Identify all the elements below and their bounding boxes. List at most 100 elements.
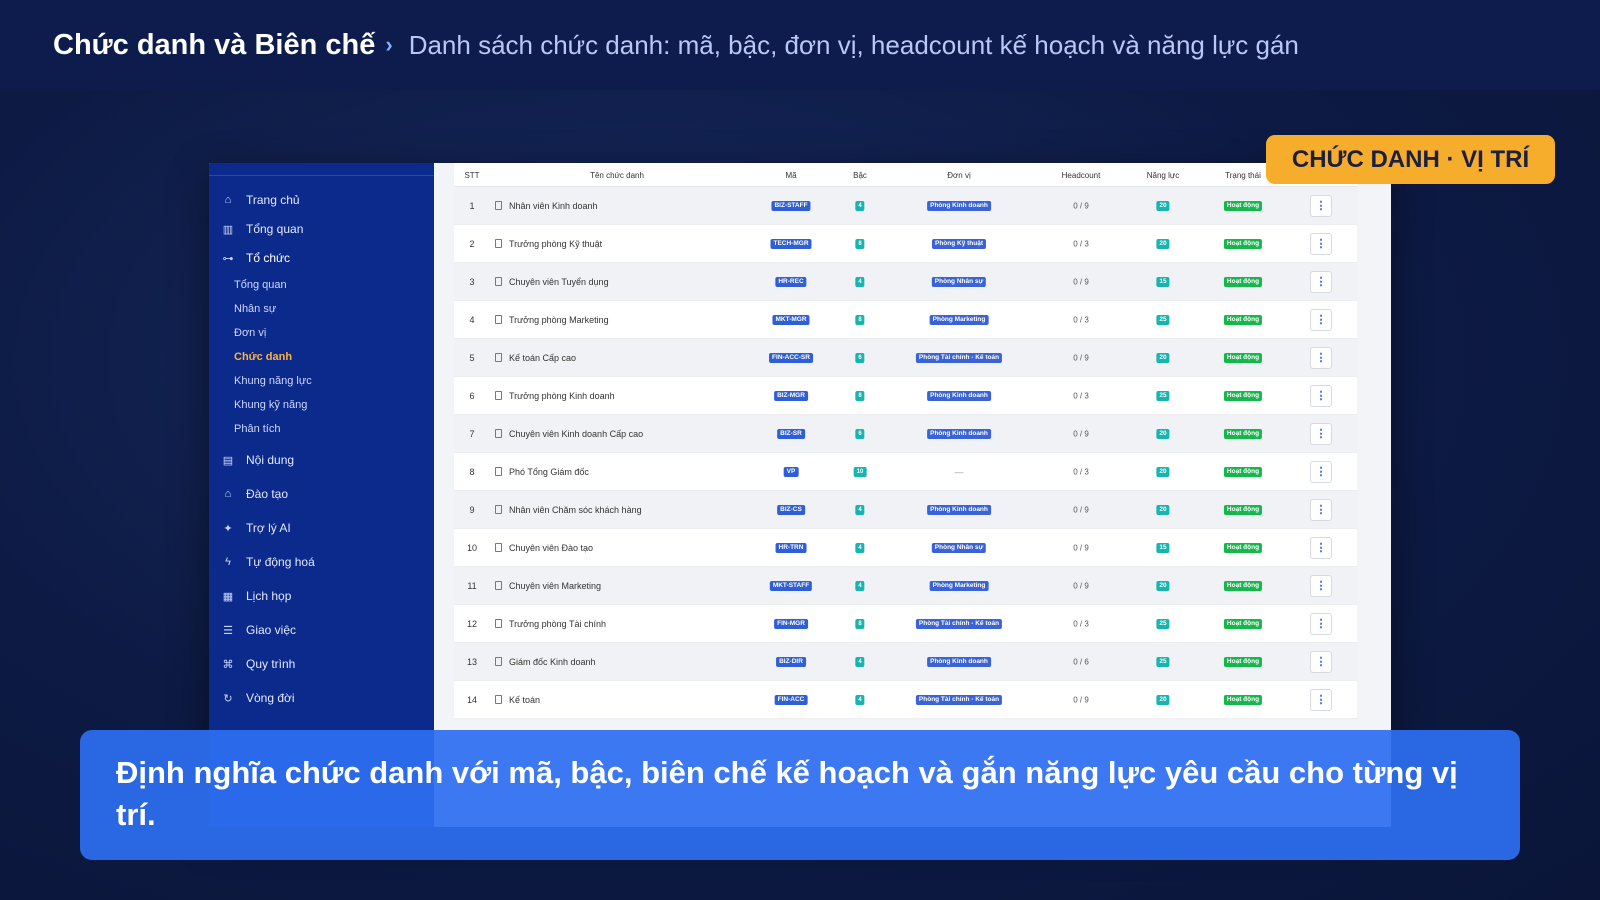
sidebar-nav-item[interactable]: ⊶ Tổ chức: [221, 247, 291, 269]
table-row[interactable]: 8 Phó Tổng Giám đốc VP 10 — 0 / 3 20 Hoạt động ⋮: [454, 453, 1357, 491]
cell-name[interactable]: Trưởng phòng Kỹ thuật: [495, 239, 602, 249]
sidebar-nav-label: Đào tạo: [246, 487, 289, 501]
sidebar-nav-item[interactable]: ⌂ Trang chủ: [221, 189, 300, 211]
code-badge: HR-TRN: [775, 542, 807, 553]
cell-name[interactable]: Chuyên viên Đào tạo: [495, 543, 593, 553]
grade-badge: 8: [855, 314, 865, 325]
table-row[interactable]: 11 Chuyên viên Marketing MKT-STAFF 4 Phòng M…: [454, 567, 1357, 605]
more-actions-icon[interactable]: ⋮: [1310, 498, 1332, 521]
sidebar-sub-item[interactable]: Khung kỹ năng: [234, 399, 307, 415]
sidebar-nav-item[interactable]: ⌂ Đào tạo: [221, 483, 288, 505]
job-title-name: Nhân viên Kinh doanh: [509, 200, 598, 211]
status-badge: Hoạt động: [1223, 618, 1263, 629]
capability-badge: 20: [1156, 352, 1170, 363]
more-actions-icon[interactable]: ⋮: [1310, 346, 1332, 369]
more-actions-icon[interactable]: ⋮: [1310, 308, 1332, 331]
more-actions-icon[interactable]: ⋮: [1310, 650, 1332, 673]
sidebar-sub-item[interactable]: Nhân sự: [234, 303, 276, 319]
cell-name[interactable]: Kế toán Cấp cao: [495, 353, 576, 363]
col-header-name[interactable]: Tên chức danh: [590, 171, 644, 180]
cell-name[interactable]: Trưởng phòng Tài chính: [495, 619, 606, 629]
col-header-status[interactable]: Trạng thái: [1225, 171, 1261, 180]
grade-badge: 8: [855, 618, 865, 629]
cell-name[interactable]: Giám đốc Kinh doanh: [495, 657, 596, 667]
sidebar-nav-item[interactable]: ↻ Vòng đời: [221, 687, 295, 709]
more-actions-icon[interactable]: ⋮: [1310, 536, 1332, 559]
table-row[interactable]: 14 Kế toán FIN-ACC 4 Phòng Tài chính - Kế to…: [454, 681, 1357, 719]
cell-headcount: 0 / 3: [1073, 467, 1089, 476]
code-badge: BIZ-SR: [777, 428, 805, 439]
more-actions-icon[interactable]: ⋮: [1310, 460, 1332, 483]
cell-name[interactable]: Chuyên viên Kinh doanh Cấp cao: [495, 429, 643, 439]
cell-name[interactable]: Trưởng phòng Marketing: [495, 315, 609, 325]
col-header-grade[interactable]: Bậc: [853, 171, 867, 180]
sidebar-nav-item[interactable]: ⌘ Quy trình: [221, 653, 296, 675]
sidebar-nav-item[interactable]: ▤ Nội dung: [221, 449, 294, 471]
table-row[interactable]: 7 Chuyên viên Kinh doanh Cấp cao BIZ-SR 6 Ph…: [454, 415, 1357, 453]
capability-badge: 25: [1156, 390, 1170, 401]
job-title-table: STT Tên chức danh Mã Bậc Đơn vị Headcoun…: [454, 163, 1357, 719]
document-icon: [495, 277, 502, 286]
graduation-cap-icon: ⌂: [224, 488, 232, 500]
sidebar-nav-item[interactable]: ϟ Tự động hoá: [221, 551, 315, 573]
status-badge: Hoạt động: [1223, 656, 1263, 667]
code-badge: MKT-STAFF: [769, 580, 813, 591]
more-actions-icon[interactable]: ⋮: [1310, 384, 1332, 407]
cell-name[interactable]: Chuyên viên Marketing: [495, 581, 601, 591]
col-header-code[interactable]: Mã: [785, 171, 796, 180]
sidebar-sub-item[interactable]: Chức danh: [234, 351, 292, 367]
table-row[interactable]: 13 Giám đốc Kinh doanh BIZ-DIR 4 Phòng Kinh …: [454, 643, 1357, 681]
job-title-name: Phó Tổng Giám đốc: [509, 466, 589, 477]
table-row[interactable]: 1 Nhân viên Kinh doanh BIZ-STAFF 4 Phòng Kin…: [454, 187, 1357, 225]
more-actions-icon[interactable]: ⋮: [1310, 688, 1332, 711]
capability-badge: 20: [1156, 466, 1170, 477]
sidebar-nav-item[interactable]: ☰ Giao việc: [221, 619, 296, 641]
sidebar-sub-item[interactable]: Khung năng lực: [234, 375, 312, 391]
table-row[interactable]: 9 Nhân viên Chăm sóc khách hàng BIZ-CS 4 Phò…: [454, 491, 1357, 529]
more-actions-icon[interactable]: ⋮: [1310, 612, 1332, 635]
cell-headcount: 0 / 9: [1073, 543, 1089, 552]
job-title-name: Chuyên viên Tuyển dụng: [509, 276, 609, 287]
status-badge: Hoạt động: [1223, 390, 1263, 401]
sidebar-nav-label: Trợ lý AI: [246, 521, 291, 535]
cell-name[interactable]: Nhân viên Chăm sóc khách hàng: [495, 505, 642, 515]
workflow-icon: ⌘: [222, 658, 234, 671]
sidebar-sub-item[interactable]: Tổng quan: [234, 279, 287, 295]
cell-name[interactable]: Nhân viên Kinh doanh: [495, 201, 598, 211]
cell-stt: 9: [469, 504, 475, 515]
capability-badge: 15: [1156, 276, 1170, 287]
more-actions-icon[interactable]: ⋮: [1310, 270, 1332, 293]
table-row[interactable]: 5 Kế toán Cấp cao FIN-ACC-SR 6 Phòng Tài chí…: [454, 339, 1357, 377]
sidebar-sub-item[interactable]: Đơn vị: [234, 327, 266, 343]
cell-stt: 6: [469, 390, 475, 401]
table-row[interactable]: 2 Trưởng phòng Kỹ thuật TECH-MGR 8 Phòng Kỹ …: [454, 225, 1357, 263]
col-header-stt[interactable]: STT: [464, 171, 479, 180]
more-actions-icon[interactable]: ⋮: [1310, 232, 1332, 255]
table-row[interactable]: 12 Trưởng phòng Tài chính FIN-MGR 8 Phòng Tà…: [454, 605, 1357, 643]
grade-badge: 4: [855, 656, 865, 667]
table-row[interactable]: 10 Chuyên viên Đào tạo HR-TRN 4 Phòng Nhân s…: [454, 529, 1357, 567]
grade-badge: 8: [855, 390, 865, 401]
sidebar-nav-item[interactable]: ▥ Tổng quan: [221, 218, 304, 240]
col-header-capability[interactable]: Năng lực: [1147, 171, 1179, 180]
cell-name[interactable]: Kế toán: [495, 695, 540, 705]
cell-name[interactable]: Phó Tổng Giám đốc: [495, 467, 589, 477]
document-icon: [495, 467, 502, 476]
more-actions-icon[interactable]: ⋮: [1310, 422, 1332, 445]
cell-name[interactable]: Chuyên viên Tuyển dụng: [495, 277, 609, 287]
sidebar-sub-item[interactable]: Phân tích: [234, 423, 280, 439]
sidebar-nav-item[interactable]: ▦ Lịch họp: [221, 585, 292, 607]
cell-name[interactable]: Trưởng phòng Kinh doanh: [495, 391, 615, 401]
bar-chart-icon: ▥: [222, 223, 234, 236]
document-icon: [495, 429, 502, 438]
sidebar-nav-label: Vòng đời: [246, 691, 295, 705]
table-row[interactable]: 4 Trưởng phòng Marketing MKT-MGR 8 Phòng Mar…: [454, 301, 1357, 339]
more-actions-icon[interactable]: ⋮: [1310, 194, 1332, 217]
more-actions-icon[interactable]: ⋮: [1310, 574, 1332, 597]
col-header-dept[interactable]: Đơn vị: [947, 171, 970, 180]
sidebar-nav-item[interactable]: ✦ Trợ lý AI: [221, 517, 291, 539]
table-row[interactable]: 6 Trưởng phòng Kinh doanh BIZ-MGR 8 Phòng Ki…: [454, 377, 1357, 415]
table-row[interactable]: 3 Chuyên viên Tuyển dụng HR-REC 4 Phòng Nhân…: [454, 263, 1357, 301]
code-badge: FIN-MGR: [774, 618, 808, 629]
col-header-headcount[interactable]: Headcount: [1062, 171, 1101, 180]
